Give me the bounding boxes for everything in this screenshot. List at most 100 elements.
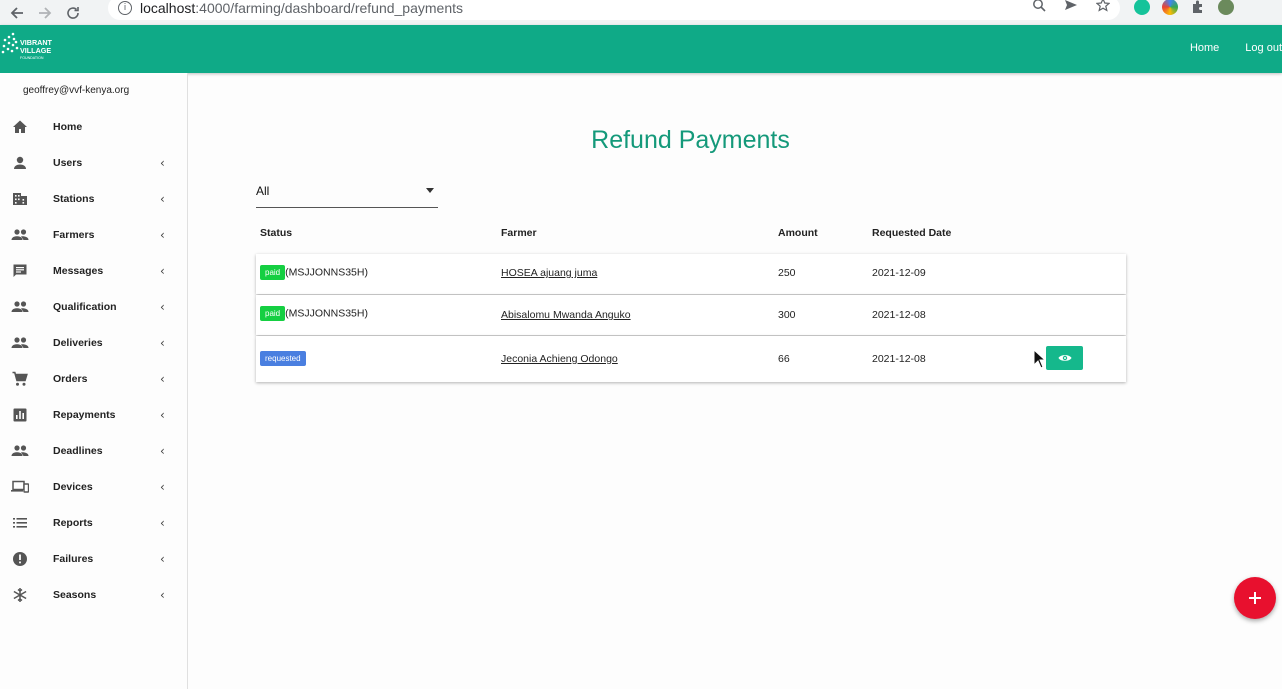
- sidebar-item-stations[interactable]: Stations ‹: [0, 181, 188, 217]
- reload-icon[interactable]: [62, 2, 84, 24]
- sidebar-item-qualification[interactable]: Qualification ‹: [0, 289, 188, 325]
- sidebar-item-label: Repayments: [53, 409, 116, 421]
- list-icon: [11, 514, 29, 532]
- url-path: :4000/farming/dashboard/refund_payments: [195, 0, 463, 16]
- chevron-left-icon: ‹: [160, 228, 165, 242]
- zoom-icon[interactable]: [1032, 0, 1046, 12]
- filter-selected-value: All: [256, 184, 270, 198]
- sidebar-item-label: Failures: [53, 553, 94, 565]
- profile-avatar[interactable]: [1218, 0, 1234, 15]
- status-cell: requested: [260, 351, 306, 366]
- sidebar-item-failures[interactable]: Failures ‹: [0, 541, 188, 577]
- vibrant-village-logo: VIBRANT VILLAGE FOUNDATION: [1, 32, 53, 60]
- eye-icon: [1058, 355, 1071, 361]
- browser-toolbar: i localhost:4000/farming/dashboard/refun…: [0, 0, 1282, 25]
- back-icon[interactable]: [6, 2, 28, 24]
- farmer-link[interactable]: Abisalomu Mwanda Anguko: [501, 309, 631, 321]
- cart-icon: [11, 370, 29, 388]
- table-row: paid (MSJJONNS35H) Abisalomu Mwanda Anguk…: [256, 295, 1126, 335]
- sidebar-item-label: Home: [53, 121, 83, 133]
- status-cell: paid (MSJJONNS35H): [260, 265, 368, 280]
- date-cell: 2021-12-09: [872, 267, 926, 279]
- sidebar-item-reports[interactable]: Reports ‹: [0, 505, 188, 541]
- sidebar-item-deliveries[interactable]: Deliveries ‹: [0, 325, 188, 361]
- address-bar[interactable]: i localhost:4000/farming/dashboard/refun…: [108, 0, 1120, 20]
- sidebar-item-orders[interactable]: Orders ‹: [0, 361, 188, 397]
- sidebar-item-devices[interactable]: Devices ‹: [0, 469, 188, 505]
- sidebar-item-label: Users: [53, 157, 83, 169]
- chevron-left-icon: ‹: [160, 444, 165, 458]
- sidebar-item-seasons[interactable]: Seasons ‹: [0, 577, 188, 613]
- chevron-left-icon: ‹: [160, 588, 165, 602]
- extension-icon[interactable]: [1162, 0, 1178, 15]
- sidebar-item-farmers[interactable]: Farmers ‹: [0, 217, 188, 253]
- header-home-link[interactable]: Home: [1190, 42, 1219, 54]
- view-button[interactable]: [1046, 346, 1083, 370]
- people-icon: [11, 334, 29, 352]
- page-title: Refund Payments: [591, 126, 790, 154]
- sidebar-item-label: Deadlines: [53, 445, 103, 457]
- app-header: VIBRANT VILLAGE FOUNDATION Home Log out: [0, 25, 1282, 73]
- date-cell: 2021-12-08: [872, 309, 926, 321]
- amount-cell: 300: [778, 309, 796, 321]
- people-icon: [11, 298, 29, 316]
- reference-code: (MSJJONNS35H): [285, 307, 368, 320]
- sidebar-item-users[interactable]: Users ‹: [0, 145, 188, 181]
- reference-code: (MSJJONNS35H): [285, 266, 368, 279]
- chevron-left-icon: ‹: [160, 300, 165, 314]
- chevron-left-icon: ‹: [160, 264, 165, 278]
- sidebar-item-messages[interactable]: Messages ‹: [0, 253, 188, 289]
- send-icon[interactable]: [1064, 0, 1078, 12]
- chevron-left-icon: ‹: [160, 552, 165, 566]
- farmer-link[interactable]: Jeconia Achieng Odongo: [501, 353, 618, 365]
- sidebar-item-label: Stations: [53, 193, 95, 205]
- column-header-farmer: Farmer: [501, 227, 537, 239]
- chevron-left-icon: ‹: [160, 408, 165, 422]
- status-badge: requested: [260, 351, 306, 366]
- sidebar-item-repayments[interactable]: Repayments ‹: [0, 397, 188, 433]
- chevron-left-icon: ‹: [160, 336, 165, 350]
- puzzle-icon[interactable]: [1190, 0, 1206, 15]
- star-icon[interactable]: [1096, 0, 1110, 12]
- info-icon[interactable]: i: [118, 1, 132, 15]
- chevron-left-icon: ‹: [160, 480, 165, 494]
- table-row: requested Jeconia Achieng Odongo 66 2021…: [256, 336, 1126, 382]
- column-header-amount: Amount: [778, 227, 818, 239]
- sidebar-item-home[interactable]: Home: [0, 109, 188, 145]
- sidebar-item-label: Messages: [53, 265, 104, 277]
- sidebar-item-label: Qualification: [53, 301, 117, 313]
- amount-cell: 66: [778, 353, 790, 365]
- devices-icon: [11, 478, 29, 496]
- header-logout-link[interactable]: Log out: [1245, 42, 1282, 54]
- column-header-requested-date: Requested Date: [872, 227, 952, 239]
- grammarly-icon[interactable]: [1134, 0, 1150, 15]
- plus-icon: [1249, 592, 1261, 604]
- user-email: geoffrey@vvf-kenya.org: [23, 85, 130, 96]
- sidebar-item-label: Devices: [53, 481, 93, 493]
- person-icon: [11, 154, 29, 172]
- chevron-left-icon: ‹: [160, 192, 165, 206]
- farmer-link[interactable]: HOSEA ajuang juma: [501, 267, 597, 279]
- add-refund-fab[interactable]: [1234, 577, 1276, 619]
- message-icon: [11, 262, 29, 280]
- people-icon: [11, 226, 29, 244]
- amount-cell: 250: [778, 267, 796, 279]
- url-host: localhost: [140, 0, 196, 16]
- svg-text:VILLAGE: VILLAGE: [20, 46, 51, 55]
- status-badge: paid: [260, 265, 286, 280]
- sidebar-item-deadlines[interactable]: Deadlines ‹: [0, 433, 188, 469]
- sidebar-item-label: Farmers: [53, 229, 95, 241]
- svg-text:FOUNDATION: FOUNDATION: [20, 56, 44, 60]
- sidebar-item-label: Deliveries: [53, 337, 103, 349]
- alert-icon: [11, 550, 29, 568]
- sidebar-item-label: Seasons: [53, 589, 97, 601]
- column-header-status: Status: [260, 227, 293, 239]
- forward-icon[interactable]: [34, 2, 56, 24]
- caret-down-icon: [426, 188, 434, 193]
- sidebar: geoffrey@vvf-kenya.org Home Users ‹ Stat…: [0, 73, 188, 689]
- status-filter-select[interactable]: All: [256, 178, 438, 208]
- bar-chart-icon: [11, 406, 29, 424]
- table-row: paid (MSJJONNS35H) HOSEA ajuang juma 250 …: [256, 254, 1126, 294]
- chevron-left-icon: ‹: [160, 516, 165, 530]
- snowflake-icon: [11, 586, 29, 604]
